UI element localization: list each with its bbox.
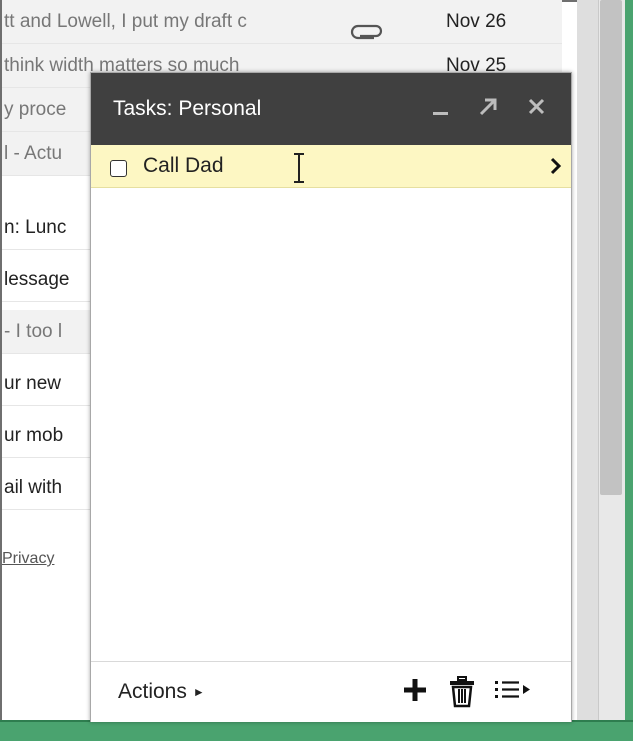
inbox-row-snippet: lessage — [4, 269, 70, 290]
inbox-row-snippet: n: Lunc — [4, 217, 67, 238]
window-bottom-edge — [0, 720, 633, 741]
inbox-row-snippet: ur mob — [4, 425, 64, 446]
task-label[interactable]: Call Dad — [143, 154, 224, 178]
text-cursor-icon — [291, 151, 307, 190]
inbox-row-snippet: ur new — [4, 373, 62, 394]
actions-label: Actions — [118, 680, 187, 703]
inbox-row[interactable]: tt and Lowell, I put my draft c Nov 26 — [2, 0, 562, 44]
trash-icon[interactable] — [447, 676, 477, 713]
scrollbar-thumb[interactable] — [600, 0, 622, 495]
minimize-icon[interactable] — [427, 93, 455, 121]
inbox-row-snippet: tt and Lowell, I put my draft c — [4, 11, 247, 32]
actions-menu-button[interactable]: Actions ► — [118, 680, 205, 704]
paperclip-icon — [350, 13, 384, 43]
task-checkbox[interactable] — [110, 160, 127, 177]
triangle-right-icon: ► — [192, 685, 205, 699]
tasks-window: Tasks: Personal Call Dad Actions ► — [90, 72, 572, 722]
tasks-footer: Actions ► — [91, 661, 571, 722]
inbox-row-snippet: ail with — [4, 477, 63, 498]
window-right-edge — [625, 0, 633, 741]
tasks-titlebar[interactable]: Tasks: Personal — [91, 73, 571, 145]
privacy-link[interactable]: Privacy — [2, 550, 54, 568]
plus-icon[interactable] — [401, 676, 429, 709]
inbox-row-snippet: y proce — [4, 99, 67, 120]
task-item[interactable]: Call Dad — [91, 145, 571, 188]
inbox-row-snippet: - I too l — [4, 321, 63, 342]
inbox-row-snippet: l - Actu — [4, 143, 63, 164]
list-icon[interactable] — [493, 676, 535, 709]
close-icon[interactable] — [523, 93, 551, 121]
chevron-right-icon[interactable] — [549, 156, 563, 181]
inbox-row-date: Nov 26 — [446, 11, 507, 32]
popout-icon[interactable] — [474, 93, 502, 121]
tasks-title: Tasks: Personal — [113, 97, 262, 120]
